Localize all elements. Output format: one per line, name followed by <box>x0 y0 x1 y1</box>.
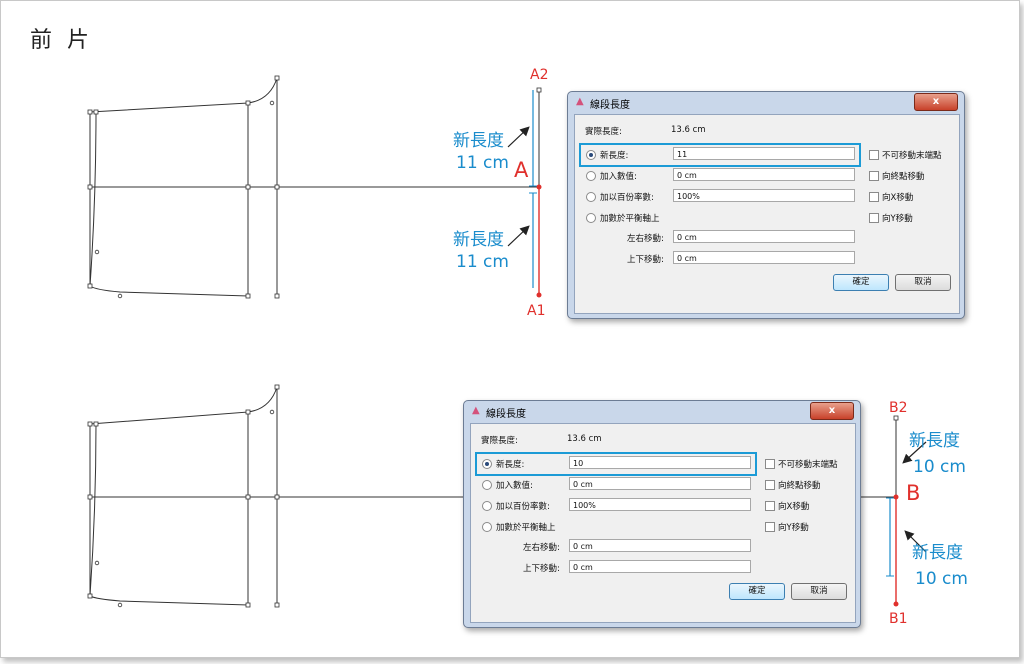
point-a-label: A <box>514 158 529 182</box>
percent-input[interactable]: 100% <box>569 498 751 511</box>
new-length-value-lower-a: 11 cm <box>456 252 509 272</box>
new-length-input[interactable]: 11 <box>673 147 855 160</box>
dialog-app-icon: ▲ <box>576 96 584 107</box>
percent-label: 加以百份率數: <box>600 193 654 203</box>
new-length-value-lower-b: 10 cm <box>915 569 968 589</box>
actual-length-value: 13.6 cm <box>567 434 602 444</box>
percent-label: 加以百份率數: <box>496 502 550 512</box>
axis-label: 加數於平衡軸上 <box>496 523 556 533</box>
point-a1-label: A1 <box>527 303 546 319</box>
new-length-label-lower-a: 新長度 <box>453 230 504 250</box>
axis-label: 加數於平衡軸上 <box>600 214 660 224</box>
checkbox-to-end[interactable] <box>765 480 775 490</box>
fix-end-label: 不可移動末端點 <box>882 151 942 161</box>
lr-move-label: 左右移動: <box>627 234 664 244</box>
radio-new-length[interactable] <box>482 459 492 469</box>
cancel-button[interactable]: 取消 <box>791 583 847 600</box>
new-length-label-lower-b: 新長度 <box>912 543 963 563</box>
ud-move-input[interactable]: 0 cm <box>569 560 751 573</box>
new-length-value-upper-a: 11 cm <box>456 153 509 173</box>
radio-percent[interactable] <box>586 192 596 202</box>
segment-length-dialog-bottom: ▲ 線段長度 x 實際長度: 13.6 cm 新長度: 10 加入數值: 0 c… <box>463 400 861 628</box>
radio-add-value[interactable] <box>586 171 596 181</box>
dialog-body: 實際長度: 13.6 cm 新長度: 11 加入數值: 0 cm 加以百份率數:… <box>574 114 960 314</box>
new-length-label-upper-b: 新長度 <box>909 431 960 451</box>
add-value-input[interactable]: 0 cm <box>673 168 855 181</box>
actual-length-label: 實際長度: <box>481 436 518 446</box>
radio-percent[interactable] <box>482 501 492 511</box>
actual-length-label: 實際長度: <box>585 127 622 137</box>
radio-new-length[interactable] <box>586 150 596 160</box>
point-b-label: B <box>906 481 921 505</box>
new-length-label-upper-a: 新長度 <box>453 131 504 151</box>
cancel-button[interactable]: 取消 <box>895 274 951 291</box>
dialog-titlebar[interactable]: ▲ 線段長度 x <box>568 92 964 112</box>
checkbox-fix-end[interactable] <box>765 459 775 469</box>
radio-add-value[interactable] <box>482 480 492 490</box>
dialog-title: 線段長度 <box>590 100 630 111</box>
ud-move-input[interactable]: 0 cm <box>673 251 855 264</box>
lr-move-label: 左右移動: <box>523 543 560 553</box>
lr-move-input[interactable]: 0 cm <box>673 230 855 243</box>
ud-move-label: 上下移動: <box>627 255 664 265</box>
checkbox-to-end[interactable] <box>869 171 879 181</box>
checkbox-move-x[interactable] <box>765 501 775 511</box>
ok-button[interactable]: 確定 <box>833 274 889 291</box>
lr-move-input[interactable]: 0 cm <box>569 539 751 552</box>
move-y-label: 向Y移動 <box>882 214 913 224</box>
point-a2-label: A2 <box>530 67 549 83</box>
checkbox-fix-end[interactable] <box>869 150 879 160</box>
point-b1-label: B1 <box>889 611 908 627</box>
to-end-label: 向終點移動 <box>882 172 925 182</box>
add-value-label: 加入數值: <box>600 172 637 182</box>
add-value-label: 加入數值: <box>496 481 533 491</box>
new-length-value-upper-b: 10 cm <box>913 457 966 477</box>
add-value-input[interactable]: 0 cm <box>569 477 751 490</box>
new-length-label: 新長度: <box>496 460 525 470</box>
percent-input[interactable]: 100% <box>673 189 855 202</box>
actual-length-value: 13.6 cm <box>671 125 706 135</box>
panel-side-curve <box>89 111 97 287</box>
radio-axis[interactable] <box>482 522 492 532</box>
close-button[interactable]: x <box>810 402 854 420</box>
new-length-input[interactable]: 10 <box>569 456 751 469</box>
checkbox-move-y[interactable] <box>765 522 775 532</box>
fix-end-label: 不可移動末端點 <box>778 460 838 470</box>
dialog-body: 實際長度: 13.6 cm 新長度: 10 加入數值: 0 cm 加以百份率數:… <box>470 423 856 623</box>
to-end-label: 向終點移動 <box>778 481 821 491</box>
dialog-titlebar[interactable]: ▲ 線段長度 x <box>464 401 860 421</box>
ud-move-label: 上下移動: <box>523 564 560 574</box>
close-button[interactable]: x <box>914 93 958 111</box>
dialog-title: 線段長度 <box>486 409 526 420</box>
neck-curve <box>247 77 278 104</box>
panel-outline <box>89 102 249 297</box>
segment-length-dialog-top: ▲ 線段長度 x 實際長度: 13.6 cm 新長度: 11 加入數值: 0 c… <box>567 91 965 319</box>
move-y-label: 向Y移動 <box>778 523 809 533</box>
checkbox-move-x[interactable] <box>869 192 879 202</box>
dialog-app-icon: ▲ <box>472 405 480 416</box>
new-length-label: 新長度: <box>600 151 629 161</box>
ok-button[interactable]: 確定 <box>729 583 785 600</box>
radio-axis[interactable] <box>586 213 596 223</box>
move-x-label: 向X移動 <box>778 502 810 512</box>
point-b2-label: B2 <box>889 400 908 416</box>
move-x-label: 向X移動 <box>882 193 914 203</box>
checkbox-move-y[interactable] <box>869 213 879 223</box>
